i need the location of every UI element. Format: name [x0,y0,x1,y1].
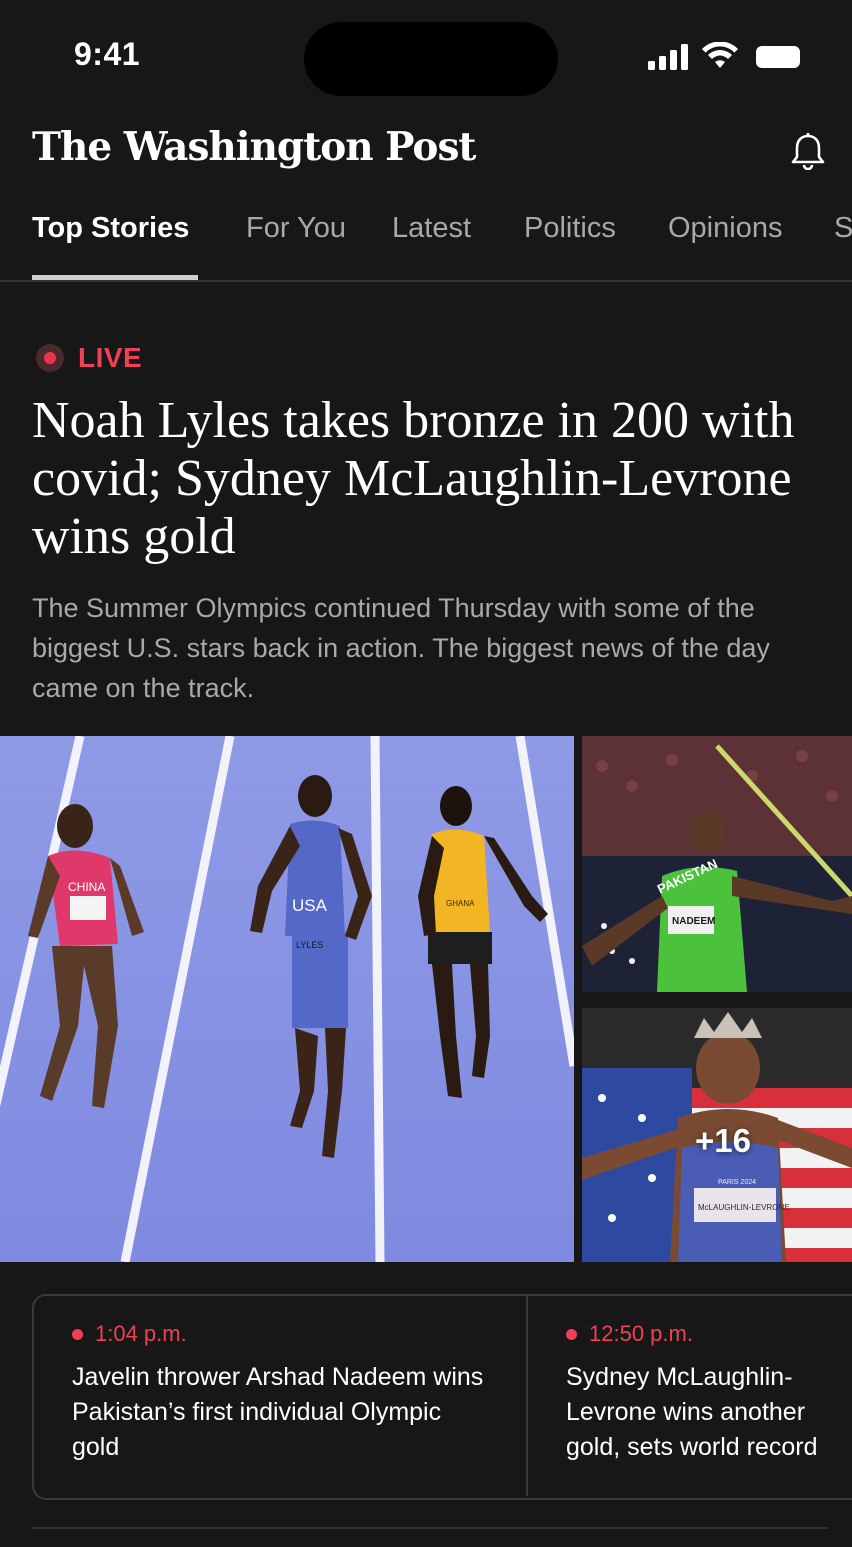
cards-divider [526,1296,528,1496]
main-photo-sprinters[interactable]: CHINA USA LYLES GHANA [0,736,574,1262]
tab-politics[interactable]: Politics [524,212,616,245]
update-dot-icon [72,1329,83,1340]
bib-text-lyles: LYLES [296,940,323,950]
bib-text-china: CHINA [68,880,105,894]
bib-text-paris: PARIS 2024 [718,1179,756,1186]
tab-opinions[interactable]: Opinions [668,212,782,245]
photo-javelin-thrower[interactable]: PAKISTAN NADEEM [582,736,852,992]
bib-text-mclaughlin: McLAUGHLIN-LEVRONE [698,1203,790,1212]
tab-for-you[interactable]: For You [246,212,346,245]
live-label: LIVE [78,342,143,373]
bib-text-ghana: GHANA [446,899,475,908]
notifications-bell-icon[interactable] [790,132,826,170]
update-card-text[interactable]: Javelin thrower Arshad Nadeem wins Pakis… [72,1360,492,1465]
battery-icon [756,46,800,68]
story-dek: The Summer Olympics continued Thursday w… [32,593,770,703]
story-headline[interactable]: Noah Lyles takes bronze in 200 with covi… [32,392,822,566]
tab-sports-partial[interactable]: S [834,212,852,245]
dynamic-island [304,22,558,96]
wifi-icon [702,42,738,68]
bib-text-nadeem: NADEEM [672,916,715,927]
update-time: 1:04 p.m. [95,1321,187,1346]
section-divider [32,1527,828,1529]
update-dot-icon [566,1329,577,1340]
tab-top-stories[interactable]: Top Stories [32,212,189,245]
tabs-divider [0,280,852,282]
bib-text-usa: USA [292,896,328,915]
gallery-more-count[interactable]: +16 [582,1122,852,1160]
cellular-signal-icon [648,44,688,70]
wapo-logo[interactable]: The Washington Post [32,124,476,170]
update-time: 12:50 p.m. [589,1321,693,1346]
section-tabs: Top Stories For You Latest Politics Opin… [32,212,852,282]
tab-latest[interactable]: Latest [392,212,471,245]
live-dot-icon [36,344,64,372]
update-card-text[interactable]: Sydney McLaughlin-Levrone wins another g… [566,1360,852,1470]
status-time: 9:41 [74,36,141,72]
